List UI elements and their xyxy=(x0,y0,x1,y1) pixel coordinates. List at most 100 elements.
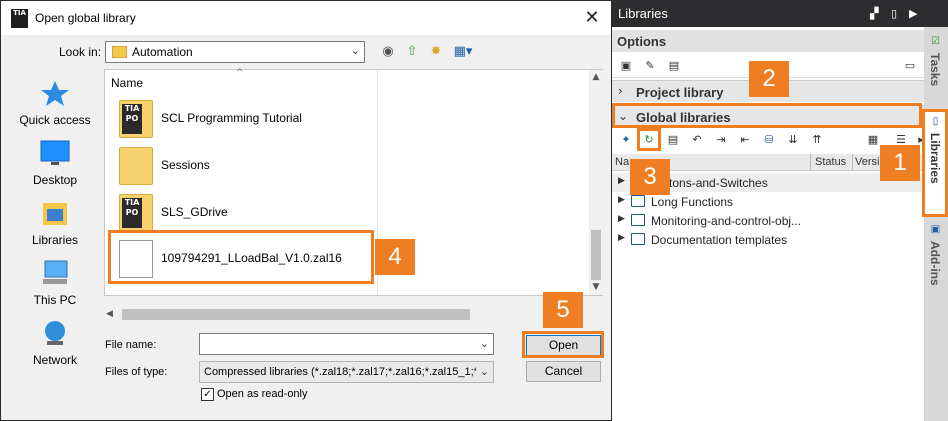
folder-icon xyxy=(119,147,153,185)
desktop-icon xyxy=(40,140,70,165)
file-row[interactable]: TIA PO SLS_GDrive xyxy=(115,190,365,234)
file-name: Sessions xyxy=(161,158,210,172)
open-library-highlight xyxy=(637,128,661,151)
library-file-highlight xyxy=(108,230,374,284)
place-libraries[interactable]: Libraries xyxy=(11,199,99,255)
tab-add-ins[interactable]: ▣ Add-ins xyxy=(924,219,948,299)
tab-label: Add-ins xyxy=(928,241,942,286)
task-cards-sidebar: ☑ Tasks ▯ Libraries ▣ Add-ins xyxy=(924,27,948,421)
star-icon xyxy=(41,81,69,106)
files-of-type-value: Compressed libraries (*.zal18;*.zal17;*.… xyxy=(204,366,476,378)
horizontal-scrollbar[interactable]: ◀ xyxy=(104,306,484,323)
maximize-icon[interactable]: ▯ xyxy=(891,7,897,20)
global-libraries-highlight xyxy=(612,103,922,128)
library-settings-icon[interactable]: ▤ xyxy=(666,58,682,74)
tab-label: Tasks xyxy=(928,53,942,87)
cancel-button[interactable]: Cancel xyxy=(526,361,601,382)
tia-folder-icon: TIA PO xyxy=(119,194,153,232)
file-row[interactable]: TIA PO SCL Programming Tutorial xyxy=(115,96,365,140)
column-version[interactable]: Versi xyxy=(855,156,879,168)
options-section[interactable]: Options xyxy=(612,30,924,52)
book-icon xyxy=(631,214,645,226)
file-name-label: File name: xyxy=(105,339,157,351)
expand-arrow-icon[interactable]: ▶ xyxy=(618,233,625,243)
create-library-icon[interactable]: ✦ xyxy=(618,132,634,148)
sort-down-icon[interactable]: ⇊ xyxy=(785,132,801,148)
place-label: This PC xyxy=(33,293,77,307)
column-divider xyxy=(852,154,853,171)
back-arrow-icon[interactable]: ◉ xyxy=(379,43,397,61)
place-network[interactable]: Network xyxy=(11,319,99,375)
column-name[interactable]: Na xyxy=(615,156,629,168)
library-name: Monitoring-and-control-obj... xyxy=(651,214,802,228)
place-label: Desktop xyxy=(32,173,78,187)
collapse-right-icon[interactable]: ▶ xyxy=(909,7,917,20)
file-row[interactable]: Sessions xyxy=(115,143,365,187)
read-only-checkbox[interactable]: ✓ xyxy=(201,388,214,401)
properties-icon[interactable]: ✎ xyxy=(642,58,658,74)
computer-icon xyxy=(43,260,68,284)
dialog-title: Open global library xyxy=(35,11,136,25)
column-status[interactable]: Status xyxy=(815,156,846,168)
open-button-highlight xyxy=(522,331,604,358)
look-in-combobox[interactable]: Automation ⌄ xyxy=(105,41,365,63)
chevron-right-icon: › xyxy=(618,84,623,98)
place-quick-access[interactable]: Quick access xyxy=(11,79,99,135)
scroll-left-icon[interactable]: ◀ xyxy=(106,306,113,323)
column-divider xyxy=(810,154,811,171)
libraries-icon xyxy=(43,203,67,225)
database-icon[interactable]: ⛁ xyxy=(761,132,777,148)
expand-arrow-icon[interactable]: ▶ xyxy=(618,195,625,205)
chevron-down-icon[interactable]: ⌄ xyxy=(480,337,489,350)
read-only-label: Open as read-only xyxy=(217,388,308,400)
view-menu-icon[interactable]: ▦▾ xyxy=(451,43,475,61)
tasks-icon: ☑ xyxy=(931,36,940,47)
export-icon[interactable]: ⇥ xyxy=(713,132,729,148)
library-view-icon[interactable]: ▣ xyxy=(618,58,634,74)
panel-header: Libraries ▞ ▯ ▶ xyxy=(612,0,924,27)
scroll-up-icon[interactable]: ▲ xyxy=(589,70,603,84)
place-label: Network xyxy=(32,353,77,367)
library-row[interactable]: ▶ Documentation templates xyxy=(612,230,924,249)
files-of-type-select[interactable]: Compressed libraries (*.zal18;*.zal17;*.… xyxy=(199,361,494,383)
new-folder-icon[interactable]: ✸ xyxy=(427,43,445,61)
split-view-icon[interactable]: ▭ xyxy=(902,58,918,74)
float-window-icon[interactable]: ▞ xyxy=(870,7,878,20)
place-label: Libraries xyxy=(31,233,79,247)
column-header-name[interactable]: Name xyxy=(111,76,143,90)
tab-tasks[interactable]: ☑ Tasks xyxy=(924,31,948,105)
close-button[interactable]: ✕ xyxy=(578,6,606,30)
up-folder-icon[interactable]: ⇧ xyxy=(403,43,421,61)
callout-3: 3 xyxy=(630,159,670,195)
tia-portal-icon: TIA xyxy=(11,9,28,28)
library-row[interactable]: ▶ Monitoring-and-control-obj... xyxy=(612,211,924,230)
scroll-down-icon[interactable]: ▼ xyxy=(589,280,603,294)
sort-up-icon[interactable]: ⇈ xyxy=(809,132,825,148)
expand-arrow-icon[interactable]: ▶ xyxy=(618,176,625,186)
chevron-down-icon[interactable]: ⌄ xyxy=(351,44,360,57)
place-this-pc[interactable]: This PC xyxy=(11,259,99,315)
callout-1: 1 xyxy=(880,145,920,181)
import-icon[interactable]: ⇤ xyxy=(737,132,753,148)
libraries-tab-highlight xyxy=(922,109,948,217)
file-name-input[interactable]: ⌄ xyxy=(199,333,494,355)
book-icon xyxy=(631,195,645,207)
vertical-scrollbar[interactable]: ▲ ▼ xyxy=(589,70,603,295)
file-name: SLS_GDrive xyxy=(161,205,228,219)
open-global-library-dialog: TIA Open global library ✕ Look in: Autom… xyxy=(0,0,612,421)
save-library-icon[interactable]: ▤ xyxy=(665,132,681,148)
expand-arrow-icon[interactable]: ▶ xyxy=(618,214,625,224)
look-in-label: Look in: xyxy=(59,45,102,59)
callout-4: 4 xyxy=(375,239,415,275)
library-name: Documentation templates xyxy=(651,233,788,247)
close-library-icon[interactable]: ↶ xyxy=(689,132,705,148)
scroll-thumb[interactable] xyxy=(122,309,470,320)
place-desktop[interactable]: Desktop xyxy=(11,139,99,195)
callout-2: 2 xyxy=(749,61,789,97)
file-name: SCL Programming Tutorial xyxy=(161,111,302,125)
scroll-thumb[interactable] xyxy=(591,230,601,280)
panel-title: Libraries xyxy=(618,6,668,21)
chevron-down-icon[interactable]: ⌄ xyxy=(480,365,489,378)
library-name: Long Functions xyxy=(651,195,734,209)
library-info-icon[interactable]: ▦ xyxy=(865,132,881,148)
